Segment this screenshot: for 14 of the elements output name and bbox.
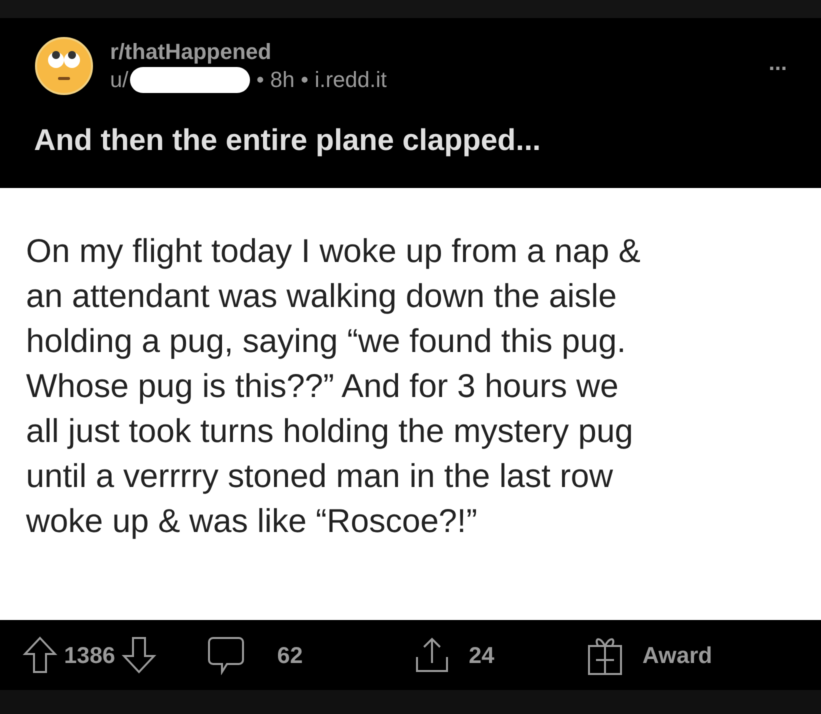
comment-icon[interactable]	[207, 635, 246, 675]
vote-count: 1386	[64, 640, 116, 670]
emoji-avatar-icon	[34, 36, 94, 96]
post-title: And then the entire plane clapped...	[34, 123, 542, 159]
username-prefix: u/	[110, 66, 128, 94]
upvote-icon[interactable]	[22, 635, 58, 675]
subreddit-name[interactable]: r/thatHappened	[110, 38, 387, 66]
more-button[interactable]: ...	[768, 46, 787, 79]
post-meta: • 8h • i.redd.it	[256, 66, 387, 94]
post-image-text: On my flight today I woke up from a nap & an attendant was walking down the aisle holding a pug, saying “we found this pug. Whose pug is this??” And for 3 hours we all just took turns holding the mystery pug until a verrrry stoned man in the last row woke up & was like “Roscoe?!”	[26, 231, 642, 541]
share-count: 24	[468, 640, 494, 670]
downvote-icon[interactable]	[121, 635, 158, 675]
award-button[interactable]: Award	[642, 638, 712, 672]
comment-count: 62	[277, 640, 303, 670]
